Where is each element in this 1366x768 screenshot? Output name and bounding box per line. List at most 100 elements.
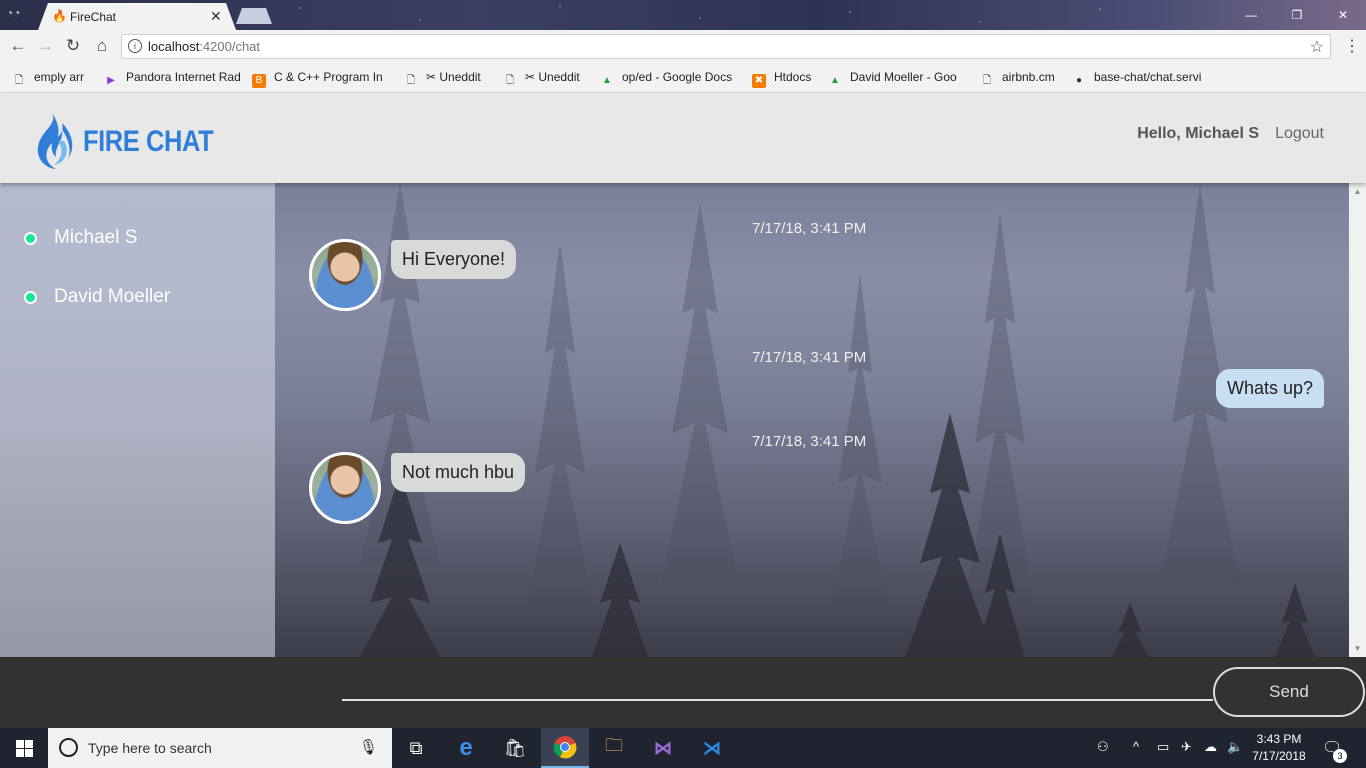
volume-icon[interactable]: 🔈 bbox=[1227, 739, 1243, 755]
system-clock[interactable]: 3:43 PM 7/17/2018 bbox=[1250, 731, 1308, 765]
url-path: :4200/chat bbox=[199, 39, 261, 54]
bookmark-label: Uneddit bbox=[439, 70, 481, 84]
windows-taskbar: Type here to search 🎙 ⧉ e 🛍 🗀 ⋈ ⋊ ⚇ ^ ▭ … bbox=[0, 728, 1366, 768]
bookmark-item[interactable]: 🗋 emply arr bbox=[12, 70, 92, 88]
people-icon[interactable]: ⚇ bbox=[1097, 739, 1109, 755]
message-timestamp: 7/17/18, 3:41 PM bbox=[752, 349, 867, 366]
bookmark-item[interactable]: ✖ Htdocs bbox=[752, 70, 822, 88]
address-bar[interactable]: i localhost:4200/chat ☆ bbox=[121, 34, 1331, 59]
minimize-icon[interactable]: — bbox=[1228, 0, 1274, 30]
message-input[interactable] bbox=[342, 667, 1213, 701]
window-controls: — ❐ ✕ bbox=[1228, 0, 1366, 30]
profile-icon[interactable]: ◔◔ bbox=[6, 6, 26, 24]
message-timestamp: 7/17/18, 3:41 PM bbox=[752, 220, 867, 237]
bookmark-label: Pandora Internet Rad bbox=[126, 70, 241, 84]
bookmark-label: airbnb.cm bbox=[1002, 70, 1055, 84]
store-icon[interactable]: 🛍 bbox=[491, 728, 539, 768]
bookmark-label: Htdocs bbox=[774, 70, 812, 84]
bookmark-item[interactable]: ● base-chat/chat.servi bbox=[1072, 70, 1212, 88]
bookmark-label: op/ed - Google Docs bbox=[622, 70, 733, 84]
home-icon[interactable]: ⌂ bbox=[92, 36, 112, 56]
incoming-message-bubble: Not much hbu bbox=[391, 453, 526, 492]
vscode-icon[interactable]: ⋊ bbox=[688, 728, 736, 768]
bookmark-star-icon[interactable]: ☆ bbox=[1310, 37, 1324, 57]
browser-toolbar: ← → ↻ ⌂ i localhost:4200/chat ☆ ⋮ bbox=[0, 30, 1366, 63]
bookmark-item[interactable]: 🗋 ✂ Uneddit bbox=[404, 70, 494, 88]
online-status-dot bbox=[24, 231, 37, 245]
user-name: David Moeller bbox=[54, 286, 171, 307]
bookmark-label: base-chat/chat.servi bbox=[1094, 70, 1202, 84]
online-status-dot bbox=[24, 290, 37, 304]
url-text: localhost:4200/chat bbox=[148, 39, 260, 54]
page-icon: 🗋 bbox=[982, 75, 992, 86]
visual-studio-icon[interactable]: ⋈ bbox=[639, 728, 687, 768]
browser-tab-strip: ◔◔ 🔥 FireChat ✕ — ❐ ✕ bbox=[0, 0, 1366, 30]
forward-icon[interactable]: → bbox=[35, 36, 55, 56]
user-greeting: Hello, Michael S bbox=[1137, 125, 1259, 142]
edge-icon[interactable]: e bbox=[442, 728, 490, 768]
tab-close-icon[interactable]: ✕ bbox=[210, 8, 222, 25]
file-explorer-icon[interactable]: 🗀 bbox=[590, 728, 638, 768]
incoming-message-bubble: Hi Everyone! bbox=[391, 240, 517, 279]
page-icon: 🗋 bbox=[406, 75, 416, 86]
airplane-mode-icon[interactable]: ✈ bbox=[1181, 739, 1192, 755]
browser-tab-firechat[interactable]: 🔥 FireChat ✕ bbox=[38, 3, 236, 30]
send-button[interactable]: Send bbox=[1213, 667, 1365, 717]
scroll-up-arrow-icon[interactable]: ▲ bbox=[1349, 183, 1366, 200]
site-info-icon[interactable]: i bbox=[128, 39, 142, 53]
clock-time: 3:43 PM bbox=[1256, 732, 1302, 746]
bookmark-item[interactable]: ▲ David Moeller - Goo bbox=[828, 70, 966, 88]
outgoing-message-bubble: Whats up? bbox=[1215, 369, 1324, 408]
scroll-down-arrow-icon[interactable]: ▼ bbox=[1349, 640, 1366, 657]
taskbar-search[interactable]: Type here to search 🎙 bbox=[48, 728, 392, 768]
github-icon: ● bbox=[1075, 75, 1083, 86]
message-timestamp: 7/17/18, 3:41 PM bbox=[752, 433, 867, 450]
scissors-icon: ✂ bbox=[426, 70, 440, 84]
online-users-sidebar: Michael S David Moeller bbox=[0, 183, 275, 657]
start-button[interactable] bbox=[0, 728, 48, 768]
bookmark-item[interactable]: ▶ Pandora Internet Rad bbox=[104, 70, 242, 88]
app-logo-text: FIRE CHAT bbox=[83, 125, 214, 158]
microphone-icon[interactable]: 🎙 bbox=[359, 738, 378, 756]
message-composer: Send bbox=[0, 657, 1366, 728]
flame-favicon-icon: 🔥 bbox=[52, 9, 67, 23]
browser-menu-icon[interactable]: ⋮ bbox=[1344, 36, 1360, 56]
page-icon: 🗋 bbox=[14, 75, 24, 86]
new-tab-button[interactable] bbox=[236, 8, 272, 24]
bookmark-item[interactable]: 🗋 ✂ Uneddit bbox=[503, 70, 593, 88]
user-list-item[interactable]: Michael S bbox=[24, 227, 137, 249]
notification-count-badge: 3 bbox=[1333, 749, 1347, 763]
bookmark-item[interactable]: B C & C++ Program In bbox=[252, 70, 392, 88]
show-hidden-icons-chevron-icon[interactable]: ^ bbox=[1133, 739, 1139, 754]
user-list-item[interactable]: David Moeller bbox=[24, 286, 170, 308]
bookmark-label: C & C++ Program In bbox=[274, 70, 383, 84]
avatar bbox=[309, 239, 381, 311]
onedrive-cloud-icon[interactable]: ☁ bbox=[1204, 739, 1217, 755]
battery-icon[interactable]: ▭ bbox=[1157, 739, 1169, 755]
logout-link[interactable]: Logout bbox=[1275, 125, 1324, 143]
blogger-icon: B bbox=[252, 74, 266, 88]
cortana-icon bbox=[59, 738, 78, 757]
flame-logo-icon bbox=[37, 113, 73, 169]
close-window-icon[interactable]: ✕ bbox=[1320, 0, 1366, 30]
reload-icon[interactable]: ↻ bbox=[63, 36, 83, 56]
page-icon: 🗋 bbox=[505, 75, 515, 86]
chrome-icon[interactable] bbox=[541, 728, 589, 768]
xampp-icon: ✖ bbox=[752, 74, 766, 88]
task-view-icon[interactable]: ⧉ bbox=[392, 728, 440, 768]
tab-title: FireChat bbox=[70, 10, 117, 24]
scissors-icon: ✂ bbox=[525, 70, 539, 84]
pandora-icon: ▶ bbox=[107, 75, 115, 86]
drive-icon: ▲ bbox=[602, 75, 612, 86]
search-placeholder: Type here to search bbox=[88, 740, 212, 756]
user-name: Michael S bbox=[54, 227, 138, 248]
restore-icon[interactable]: ❐ bbox=[1274, 0, 1320, 30]
windows-logo-icon bbox=[15, 739, 33, 757]
bookmark-label: emply arr bbox=[34, 70, 85, 84]
chat-main: Michael S David Moeller 7/17/18, 3:41 PM… bbox=[0, 183, 1366, 657]
drive-icon: ▲ bbox=[830, 75, 840, 86]
bookmark-item[interactable]: 🗋 airbnb.cm bbox=[980, 70, 1062, 88]
back-icon[interactable]: ← bbox=[8, 36, 28, 56]
chat-scrollbar[interactable]: ▲ ▼ bbox=[1349, 183, 1366, 657]
bookmark-item[interactable]: ▲ op/ed - Google Docs bbox=[600, 70, 740, 88]
